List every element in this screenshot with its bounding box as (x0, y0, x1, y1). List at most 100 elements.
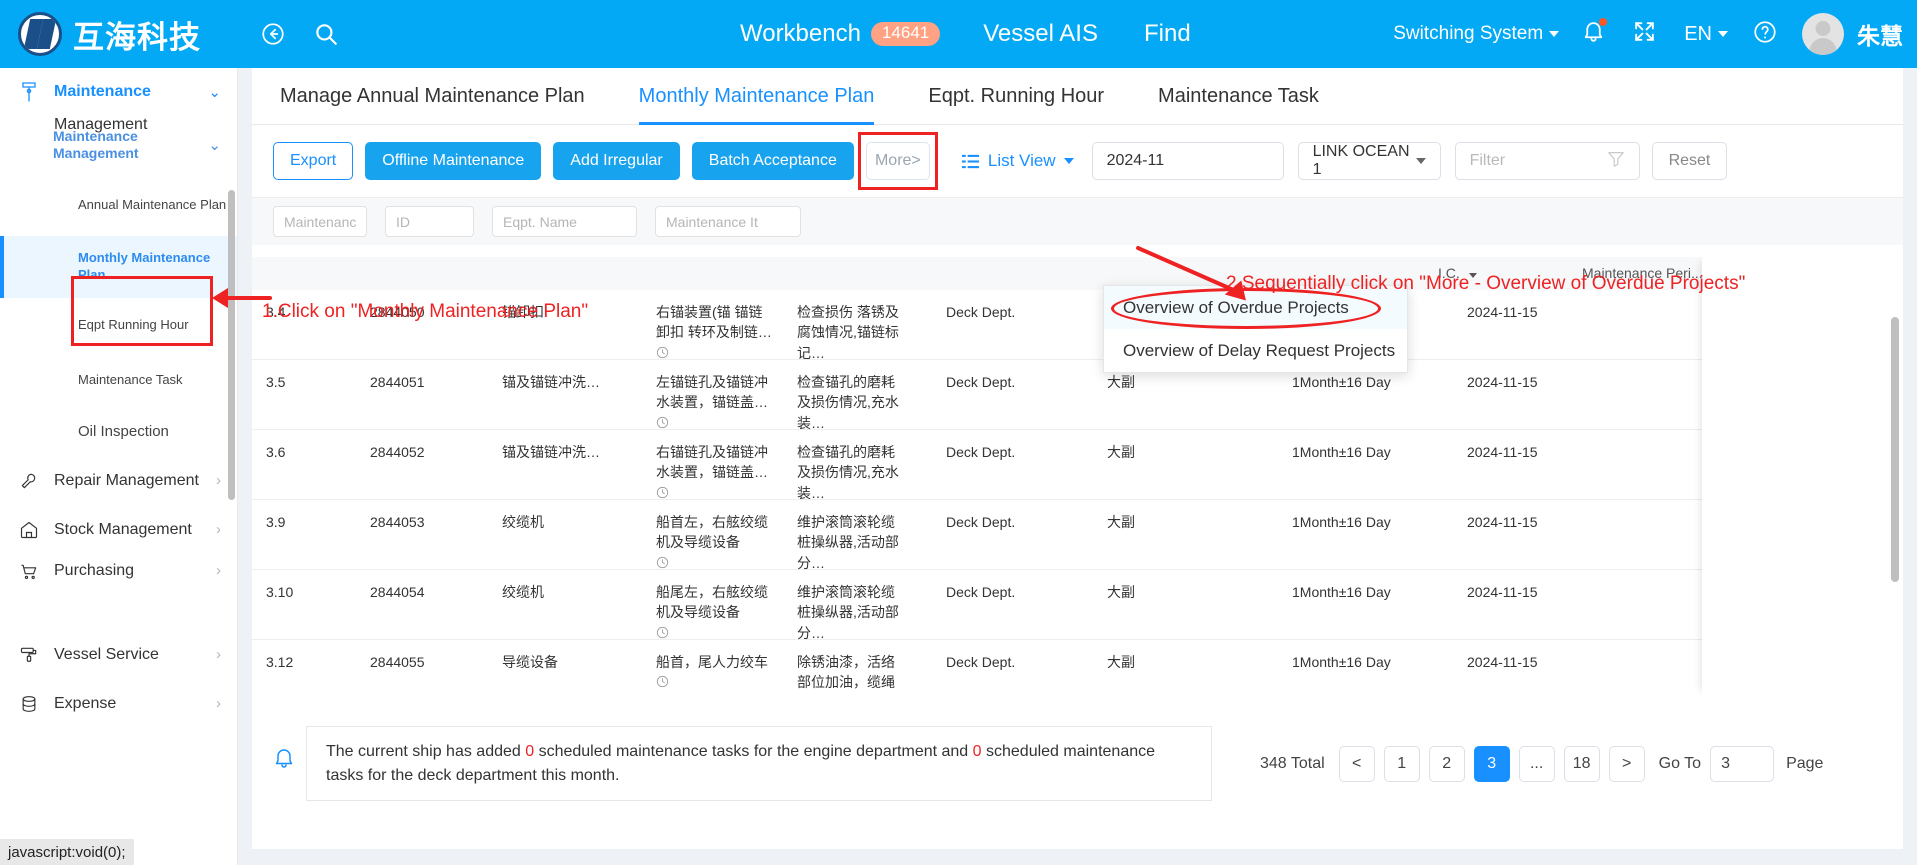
pagination-page-3[interactable]: 3 (1473, 746, 1510, 782)
language-selector[interactable]: EN (1684, 23, 1728, 46)
list-view-selector[interactable]: List View (961, 151, 1074, 171)
sidebar-label-maintenance-task: Maintenance Task (78, 372, 183, 388)
search-icon[interactable] (311, 19, 341, 49)
nav-workbench[interactable]: Workbench 14641 (740, 20, 941, 48)
tab-manage-annual-maintenance-plan[interactable]: Manage Annual Maintenance Plan (280, 68, 585, 125)
sidebar-item-maintenance-task[interactable]: Maintenance Task (0, 353, 237, 408)
table-row[interactable]: 3.12 2844055 导缆设备 船首，尾人力绞车除锈油漆，活络部位加油，缆绳磨… D… (252, 640, 1903, 695)
cell-eqpt-name: 导缆设备 (502, 654, 558, 670)
add-irregular-button[interactable]: Add Irregular (553, 142, 680, 180)
sidebar-item-repair-management[interactable]: Repair Management › (0, 456, 237, 505)
switching-system-dropdown[interactable]: Switching System (1393, 23, 1560, 45)
nav-find[interactable]: Find (1144, 20, 1191, 48)
cell-operation: Execute | Delay Request (1714, 584, 1806, 625)
sidebar-item-eqpt-running-hour[interactable]: Eqpt Running Hour (0, 298, 237, 353)
sidebar-label-oil-inspection: Oil Inspection (78, 423, 169, 441)
cell-requirement: 检查损伤 落锈及腐蚀情况,锚链标记… (797, 304, 899, 361)
cell-maintenance-item: 右锚链孔及锚链冲水装置，锚链盖… (656, 442, 774, 504)
cell-eqpt-name: 绞缆机 (502, 514, 544, 530)
chevron-right-icon: › (216, 646, 221, 663)
delay-request-link[interactable]: Delay Request (1714, 396, 1806, 412)
cell-requirement: 检查锚孔的磨耗及损伤情况,充水装… (797, 444, 899, 501)
tab-eqpt-running-hour[interactable]: Eqpt. Running Hour (928, 68, 1104, 125)
execute-link[interactable]: Execute (1714, 306, 1765, 322)
content-card: Manage Annual Maintenance Plan Monthly M… (252, 68, 1903, 849)
sidebar-item-oil-inspection[interactable]: Oil Inspection (0, 408, 237, 456)
goto-label: Go To (1658, 755, 1702, 772)
pagination-page-18[interactable]: 18 (1563, 746, 1600, 782)
back-arrow-icon[interactable] (258, 19, 288, 49)
pagination-prev[interactable]: < (1338, 746, 1375, 782)
cell-id: 2844051 (370, 374, 425, 390)
cell-no: 3.10 (266, 584, 294, 600)
pagination-ellipsis[interactable]: ... (1518, 746, 1555, 782)
cell-eqpt-name: 锚及锚链冲洗… (502, 444, 600, 460)
chevron-down-icon (1718, 31, 1728, 38)
app-logo[interactable]: 互海科技 (18, 12, 201, 57)
database-icon (16, 694, 42, 714)
delay-request-link[interactable]: Delay Request (1714, 536, 1806, 552)
sidebar-item-stock-management[interactable]: Stock Management › (0, 505, 237, 554)
delay-request-link[interactable]: Delay Request (1714, 466, 1806, 482)
table-row[interactable]: 3.6 2844052 锚及锚链冲洗… 右锚链孔及锚链冲水装置，锚链盖… 检查锚孔的磨耗… (252, 430, 1903, 501)
th-ic[interactable]: I.C. (1438, 265, 1477, 281)
reset-button[interactable]: Reset (1651, 142, 1728, 180)
more-dropdown-menu: Overview of Overdue Projects Overview of… (1103, 285, 1408, 373)
execute-link[interactable]: Execute (1714, 446, 1765, 462)
menu-item-overview-overdue-projects[interactable]: Overview of Overdue Projects (1104, 286, 1407, 329)
execute-link[interactable]: Execute (1714, 516, 1765, 532)
vessel-select[interactable]: LINK OCEAN 1 (1297, 142, 1441, 180)
sidebar-scrollbar[interactable] (228, 190, 235, 500)
offline-maintenance-button[interactable]: Offline Maintenance (365, 142, 542, 180)
pagination-next[interactable]: > (1608, 746, 1645, 782)
export-button[interactable]: Export (273, 142, 354, 180)
goto-page-input[interactable]: 3 (1710, 746, 1775, 782)
delay-request-link[interactable]: Delay Request (1714, 606, 1806, 622)
cell-operation: Execute | Delay Request (1714, 654, 1806, 695)
sidebar-item-monthly-maintenance-plan[interactable]: Monthly Maintenance Plan (0, 236, 237, 298)
cell-planned-date: 2024-11-15 (1467, 514, 1538, 530)
filter-input[interactable]: Filter (1454, 142, 1640, 180)
filter-maintenance-item[interactable]: Maintenance It (655, 206, 801, 237)
th-actual: Actu (1884, 265, 1903, 281)
more-button[interactable]: More> (865, 142, 930, 180)
sidebar-item-annual-maintenance-plan[interactable]: Annual Maintenance Plan (0, 174, 237, 236)
execute-link[interactable]: Execute (1714, 656, 1765, 672)
tab-maintenance-task[interactable]: Maintenance Task (1158, 68, 1319, 125)
sidebar-item-maintenance[interactable]: Maintenance ⌄ (0, 68, 237, 116)
table-row[interactable]: 3.4 2844050 锚卸扣 右锚装置(锚 锚链 卸扣 转环及制链… 检查损伤 落锈及… (252, 290, 1903, 361)
avatar[interactable] (1802, 13, 1844, 55)
logo-text: 互海科技 (73, 19, 201, 55)
pagination-page-2[interactable]: 2 (1428, 746, 1465, 782)
help-icon[interactable] (1752, 19, 1778, 50)
table-row[interactable]: 3.5 2844051 锚及锚链冲洗… 左锚链孔及锚链冲水装置，锚链盖… 检查锚孔的磨耗… (252, 360, 1903, 431)
tab-monthly-maintenance-plan[interactable]: Monthly Maintenance Plan (638, 68, 874, 125)
notification-bell-icon[interactable] (1581, 18, 1608, 49)
filter-maintenance[interactable]: Maintenanc (273, 206, 367, 237)
delay-request-link[interactable]: Delay Request (1714, 326, 1806, 342)
table-row[interactable]: 3.9 2844053 绞缆机 船首左，右舷绞缆机及导缆设备 维护滚筒滚轮缆桩操纵器,活… (252, 500, 1903, 571)
sort-caret-icon (1468, 273, 1477, 278)
sidebar-item-expense[interactable]: Expense › (0, 679, 237, 728)
sidebar-label-vessel-service: Vessel Service (54, 645, 159, 663)
execute-link[interactable]: Execute (1714, 586, 1765, 602)
table-vertical-scrollbar[interactable] (1891, 317, 1899, 582)
sidebar-item-purchasing-management[interactable]: Purchasing › (0, 554, 237, 594)
nav-vessel-ais[interactable]: Vessel AIS (983, 20, 1098, 48)
sidebar-item-vessel-service[interactable]: Vessel Service › (0, 630, 237, 679)
menu-item-overview-delay-request-projects[interactable]: Overview of Delay Request Projects (1104, 329, 1407, 372)
cell-id: 2844052 (370, 444, 425, 460)
notice-box: The current ship has added 0 scheduled m… (306, 726, 1212, 801)
filter-id[interactable]: ID (385, 206, 474, 237)
delay-request-link[interactable]: Delay Request (1714, 676, 1806, 692)
filter-eqpt-name[interactable]: Eqpt. Name (492, 206, 637, 237)
notice-pre: The current ship has added (326, 742, 526, 760)
batch-acceptance-button[interactable]: Batch Acceptance (691, 142, 854, 180)
table-row[interactable]: 3.10 2844054 绞缆机 船尾左，右舷绞缆机及导缆设备 维护滚筒滚轮缆桩操纵器,… (252, 570, 1903, 641)
notice-bell-icon (272, 746, 296, 775)
execute-link[interactable]: Execute (1714, 376, 1765, 392)
fullscreen-icon[interactable] (1632, 19, 1657, 49)
pagination-page-1[interactable]: 1 (1383, 746, 1420, 782)
cell-planned-date: 2024-11-15 (1467, 444, 1538, 460)
month-input[interactable]: 2024-11 (1091, 142, 1284, 180)
